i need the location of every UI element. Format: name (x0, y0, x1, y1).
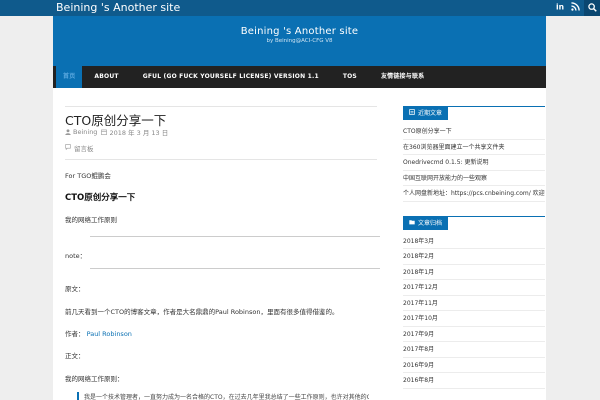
linkedin-icon[interactable]: in (556, 2, 565, 11)
nav-item-home[interactable]: 首页 (56, 66, 83, 88)
archive-item[interactable]: 2018年2月 (403, 249, 545, 265)
search-button[interactable] (584, 0, 600, 16)
user-icon (65, 129, 71, 135)
comment-link[interactable]: 留言板 (74, 143, 94, 153)
post-author-line: 作者： Paul Robinson (65, 328, 132, 338)
svg-text:in: in (556, 3, 564, 11)
post-meta: Beining 2018 年 3 月 13 日 (65, 127, 168, 137)
nav-item-links[interactable]: 友情链接与联系 (369, 66, 436, 88)
recent-post-item[interactable]: 个人网盘新地址：https://pcs.cnbeining.com/ 欢迎大家使… (403, 186, 545, 202)
nav-item-gful[interactable]: GFUL (GO FUCK YOURSELF LICENSE) VERSION … (131, 66, 331, 88)
horizontal-rule (90, 236, 380, 237)
site-tagline: by Beining@ACI-CFG V8 (266, 38, 333, 44)
sidebar: 近期文章 CTO原创分享一下 在360浏览器里面建立一个共享文件夹 Onedri… (403, 106, 545, 389)
archive-item[interactable]: 2017年8月 (403, 342, 545, 358)
recent-posts-list: CTO原创分享一下 在360浏览器里面建立一个共享文件夹 Onedrivecmd… (403, 124, 545, 202)
archive-item[interactable]: 2018年3月 (403, 234, 545, 250)
archive-item[interactable]: 2017年10月 (403, 311, 545, 327)
recent-post-item[interactable]: 在360浏览器里面建立一个共享文件夹 (403, 140, 545, 156)
post-blockquote: 我是一个技术管理者，一直努力成为一名合格的CTO，在过去几年里我总结了一些工作原… (77, 392, 369, 400)
recent-post-item[interactable]: 中国互联网开放能力的一些观察 (403, 171, 545, 187)
post-note: note： (65, 252, 87, 260)
recent-posts-header: 近期文章 (403, 106, 545, 120)
post-comments[interactable]: 留言板 (65, 143, 94, 153)
post-heading: CTO原创分享一下 (65, 193, 136, 203)
comment-icon (65, 144, 71, 152)
site-title[interactable]: Beining 's Another site (53, 26, 546, 37)
post-top-divider (65, 106, 377, 107)
post-intro: For TGO鲲鹏会 (65, 172, 111, 180)
recent-post-item[interactable]: CTO原创分享一下 (403, 124, 545, 140)
author-label: 作者： (65, 330, 85, 338)
archives-header: 文章归档 (403, 215, 545, 230)
rss-icon[interactable] (571, 2, 580, 11)
recent-post-item[interactable]: Onedrivecmd 0.1.5: 更新说明 (403, 155, 545, 171)
archive-item[interactable]: 2017年12月 (403, 280, 545, 296)
article-icon (409, 107, 415, 120)
main-nav: 首页 ABOUT GFUL (GO FUCK YOURSELF LICENSE)… (53, 66, 546, 88)
calendar-icon (101, 129, 108, 135)
author-link[interactable]: Paul Robinson (87, 330, 132, 338)
folder-icon (409, 217, 415, 230)
archive-item[interactable]: 2017年9月 (403, 327, 545, 343)
horizontal-rule (90, 268, 380, 269)
nav-item-tos[interactable]: TOS (331, 66, 369, 88)
top-bar: Beining 's Another site in (0, 0, 600, 16)
post-subheading: 我的网络工作原则 (65, 216, 117, 224)
recent-posts-title: 近期文章 (418, 110, 443, 117)
post-date[interactable]: 2018 年 3 月 13 日 (109, 127, 168, 137)
archive-item[interactable]: 2018年1月 (403, 265, 545, 281)
post-divider (65, 159, 377, 160)
archives-title: 文章归档 (418, 219, 443, 227)
post-author[interactable]: Beining (73, 128, 97, 136)
top-site-title[interactable]: Beining 's Another site (56, 2, 180, 14)
archives-list: 2018年3月 2018年2月 2018年1月 2017年12月 2017年11… (403, 234, 545, 389)
post-label-original: 原文： (65, 285, 85, 293)
archive-item[interactable]: 2017年11月 (403, 296, 545, 312)
content-area: CTO原创分享一下 Beining 2018 年 3 月 13 日 留言板 Fo… (53, 88, 546, 400)
search-icon (587, 2, 597, 14)
archive-item[interactable]: 2016年9月 (403, 358, 545, 374)
post-label-principles: 我的网络工作原则： (65, 375, 124, 383)
site-header: Beining 's Another site by Beining@ACI-C… (53, 16, 546, 66)
nav-item-about[interactable]: ABOUT (82, 66, 130, 88)
post-line: 前几天看到一个CTO的博客文章，作者是大名鼎鼎的Paul Robinson，里面… (65, 308, 339, 316)
post-label-body: 正文： (65, 352, 85, 360)
archive-item[interactable]: 2016年8月 (403, 373, 545, 389)
